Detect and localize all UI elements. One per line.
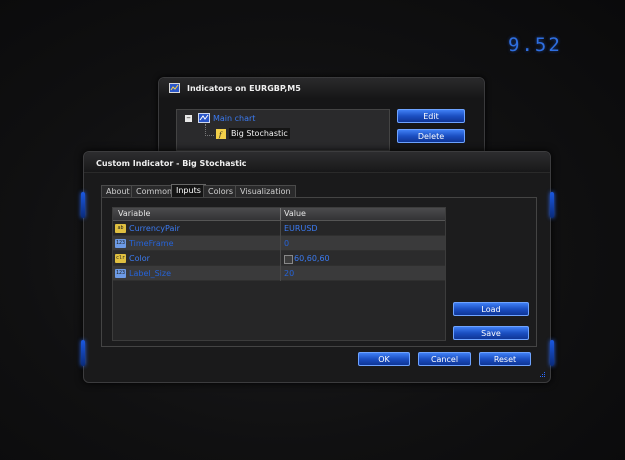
indicators-window-title: Indicators on EURGBP,M5 [187,84,301,93]
column-divider [280,251,281,266]
tree-item-big-stochastic[interactable]: Big Stochastic [229,128,290,139]
indicators-window: Indicators on EURGBP,M5 − Main chart f B… [158,77,485,159]
ok-button[interactable]: OK [358,352,410,366]
table-row[interactable]: clr Color 60,60,60 [113,251,445,266]
frame-glow-accent [81,340,85,366]
tree-item-main-chart[interactable]: Main chart [213,114,255,123]
color-swatch[interactable] [284,255,293,264]
tab-colors[interactable]: Colors [203,185,239,197]
column-divider [280,266,281,281]
table-row[interactable]: 123 Label_Size 20 [113,266,445,281]
version-label: 9.52 [508,34,562,56]
frame-glow-accent [550,192,554,218]
tab-about[interactable]: About [101,185,135,197]
variable-value[interactable]: 0 [284,239,289,248]
variable-value[interactable]: 60,60,60 [294,254,330,263]
variable-value[interactable]: EURUSD [284,224,318,233]
tab-visualization[interactable]: Visualization [235,185,296,197]
variable-name: Label_Size [129,269,172,278]
variable-value[interactable]: 20 [284,269,294,278]
resize-grip-icon[interactable] [538,370,546,378]
type-123-icon: 123 [115,239,126,248]
column-header-variable[interactable]: Variable [118,209,150,218]
reset-button[interactable]: Reset [479,352,531,366]
column-divider[interactable] [280,208,281,220]
column-divider [280,236,281,251]
variable-name: TimeFrame [129,239,174,248]
type-clr-icon: clr [115,254,126,263]
variable-name: CurrencyPair [129,224,180,233]
frame-glow-accent [81,192,85,218]
dialog-title: Custom Indicator - Big Stochastic [96,159,247,168]
inputs-panel: Variable Value ab CurrencyPair EURUSD 123 Ti… [101,197,537,347]
save-button[interactable]: Save [453,326,529,340]
column-divider [280,221,281,236]
variable-name: Color [129,254,150,263]
inputs-grid[interactable]: Variable Value ab CurrencyPair EURUSD 123 Ti… [112,207,446,341]
frame-glow-accent [550,340,554,366]
grid-header: Variable Value [113,208,445,221]
load-button[interactable]: Load [453,302,529,316]
indicators-window-icon [169,83,180,93]
tab-inputs[interactable]: Inputs [171,184,206,198]
table-row[interactable]: ab CurrencyPair EURUSD [113,221,445,236]
edit-button[interactable]: Edit [397,109,465,123]
custom-indicator-icon: f [216,129,226,139]
column-header-value[interactable]: Value [284,209,306,218]
type-123-icon: 123 [115,269,126,278]
type-ab-icon: ab [115,224,126,233]
collapse-icon[interactable]: − [185,115,192,122]
custom-indicator-dialog: Custom Indicator - Big Stochastic About … [81,151,554,383]
delete-button[interactable]: Delete [397,129,465,143]
tree-line [205,135,214,137]
main-chart-icon [198,113,210,123]
indicator-tree[interactable]: − Main chart f Big Stochastic [176,109,390,151]
indicators-window-titlebar[interactable]: Indicators on EURGBP,M5 [159,78,484,98]
table-row[interactable]: 123 TimeFrame 0 [113,236,445,251]
cancel-button[interactable]: Cancel [418,352,471,366]
dialog-titlebar[interactable]: Custom Indicator - Big Stochastic [84,152,550,173]
